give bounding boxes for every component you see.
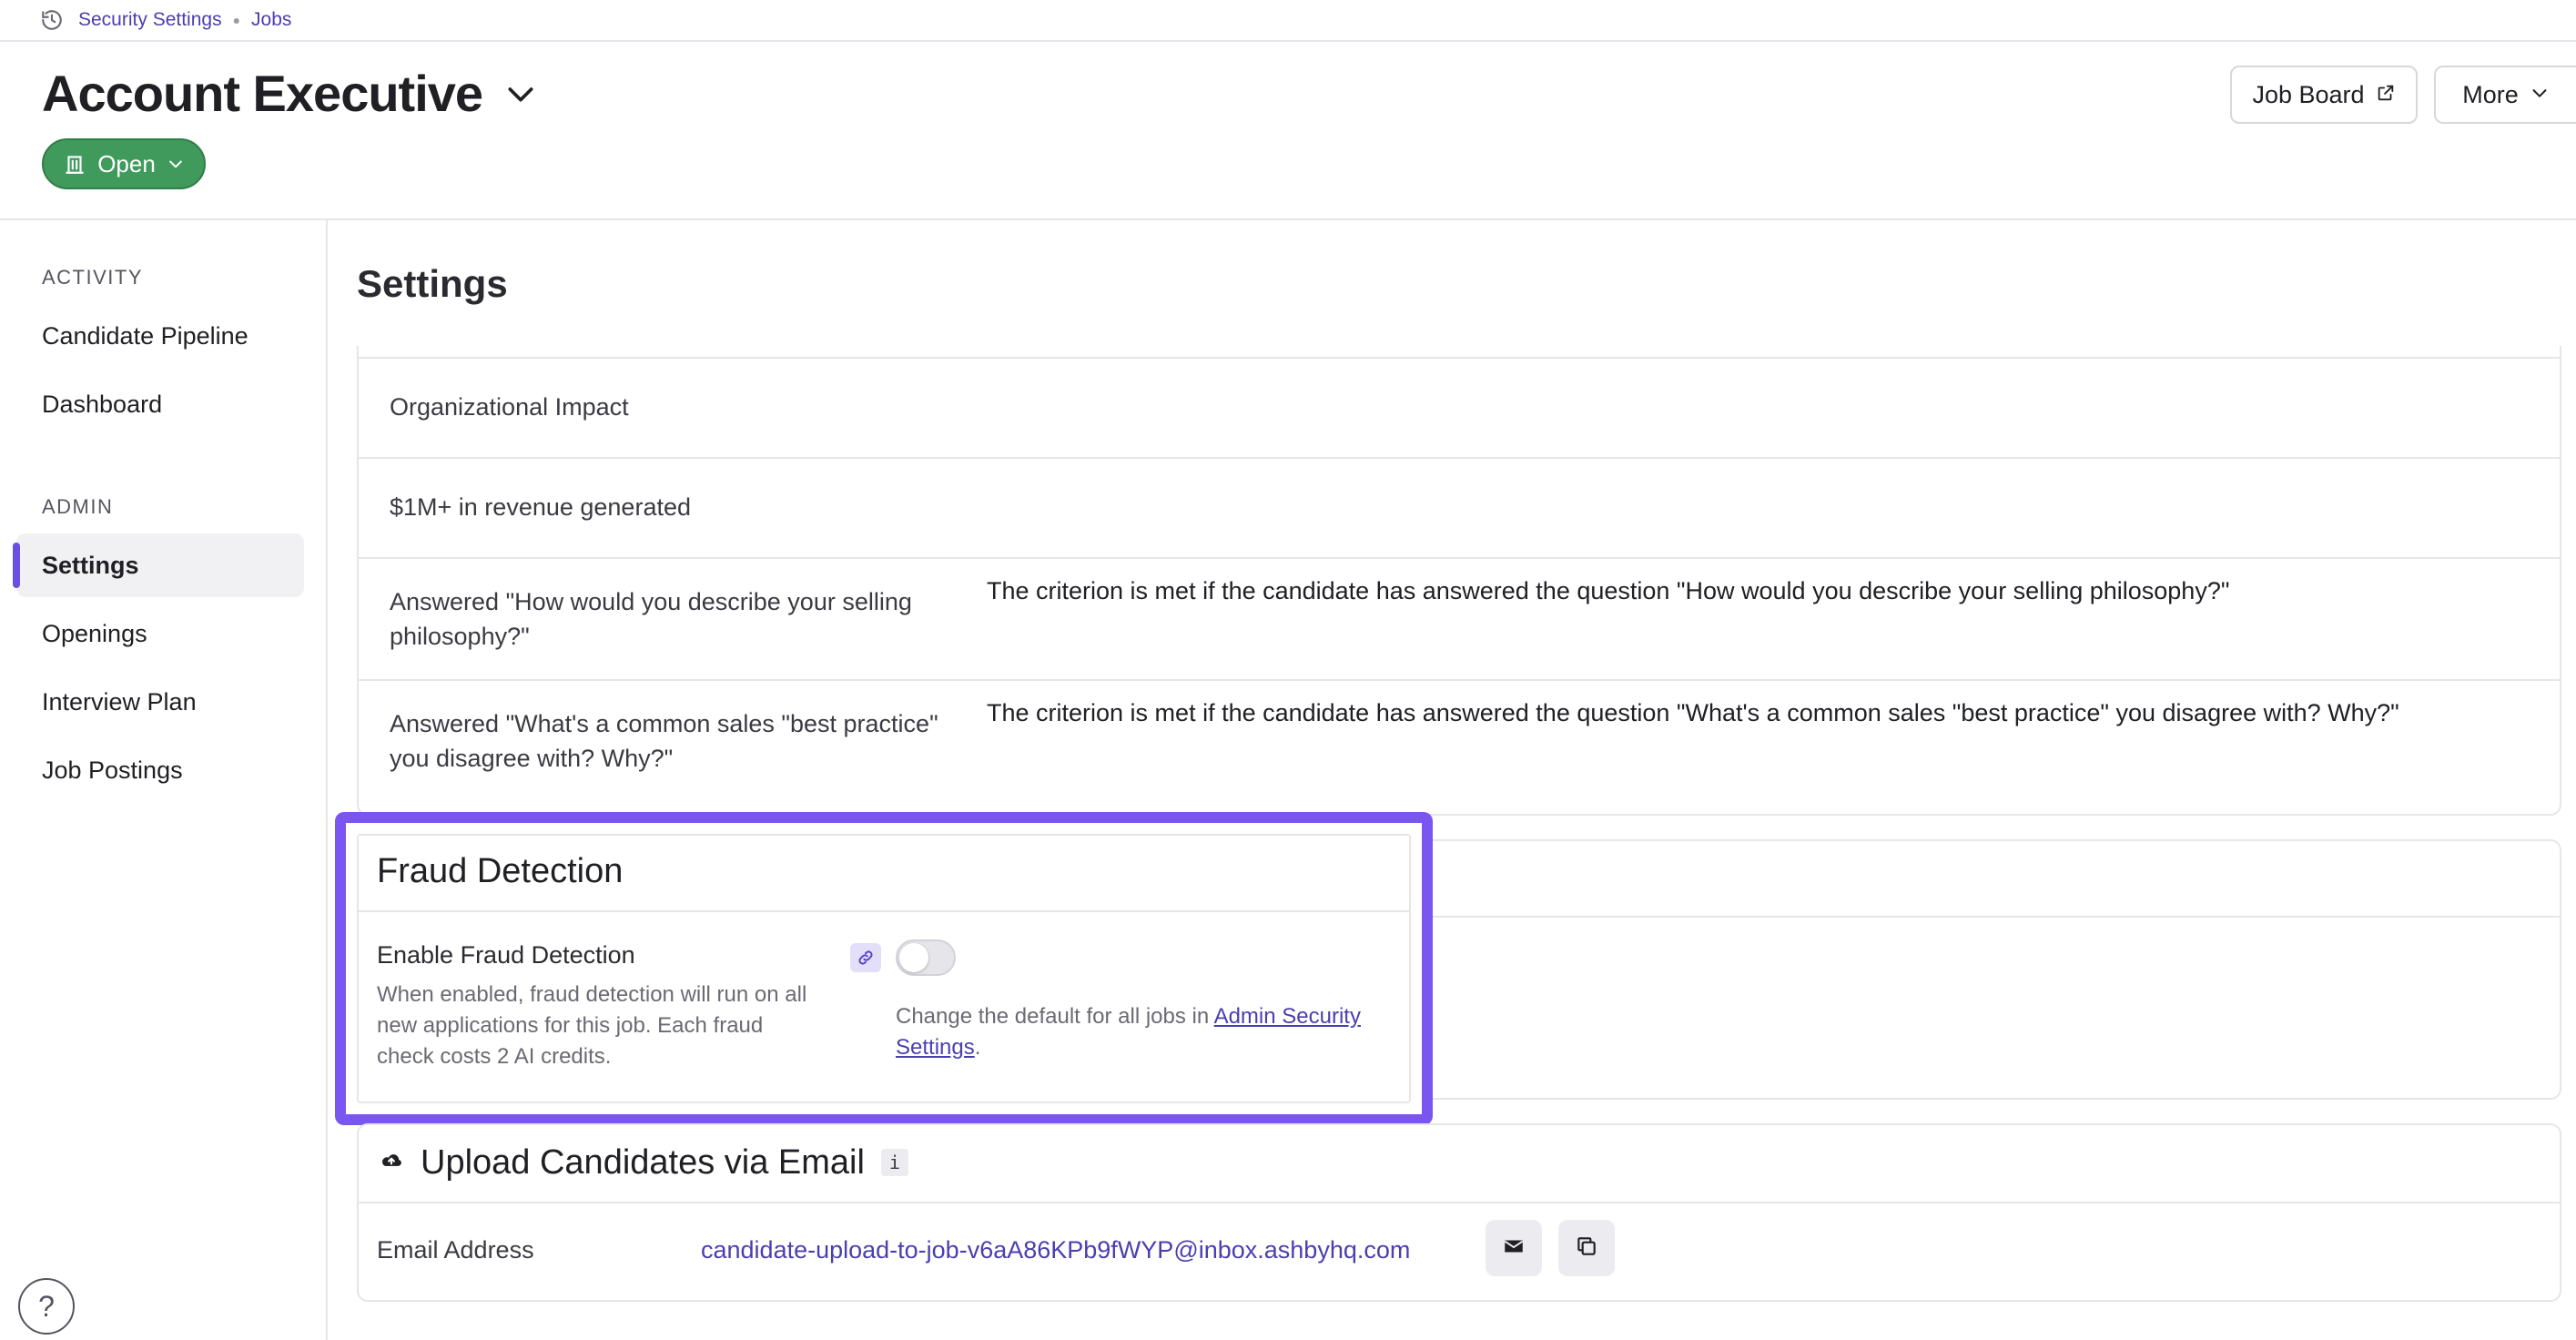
external-link-icon bbox=[2376, 81, 2396, 109]
criteria-row: Organizational Impact bbox=[359, 357, 2560, 457]
job-status-dropdown[interactable]: Open bbox=[42, 138, 206, 189]
criteria-row: Answered "How would you describe your se… bbox=[359, 557, 2560, 679]
building-icon bbox=[63, 152, 86, 176]
breadcrumb-separator: ● bbox=[232, 13, 241, 27]
criteria-name: Answered "How would you describe your se… bbox=[390, 588, 912, 650]
job-title: Account Executive bbox=[42, 65, 483, 122]
job-board-button[interactable]: Job Board bbox=[2230, 66, 2418, 124]
link-icon[interactable] bbox=[850, 943, 881, 972]
job-status-label: Open bbox=[97, 149, 156, 178]
email-address-label: Email Address bbox=[377, 1236, 534, 1264]
fraud-detection-card: Fraud Detection Enable Fraud Detection W… bbox=[357, 834, 1411, 1103]
fraud-detection-title: Fraud Detection bbox=[377, 852, 624, 890]
fraud-note-prefix: Change the default for all jobs in bbox=[896, 1004, 1214, 1029]
upload-candidates-card: Upload Candidates via Email i Email Addr… bbox=[357, 1123, 2561, 1302]
info-icon[interactable]: i bbox=[880, 1149, 908, 1176]
cloud-upload-icon bbox=[379, 1148, 404, 1178]
page-title: Settings bbox=[357, 262, 508, 305]
job-board-label: Job Board bbox=[2252, 80, 2365, 108]
fraud-detection-toggle[interactable] bbox=[896, 939, 956, 976]
fraud-note-suffix: . bbox=[974, 1035, 981, 1060]
sidebar-item-openings[interactable]: Openings bbox=[16, 602, 304, 665]
breadcrumb-jobs[interactable]: Jobs bbox=[251, 9, 291, 31]
criteria-description: The criterion is met if the candidate ha… bbox=[987, 699, 2399, 726]
criteria-description: The criterion is met if the candidate ha… bbox=[987, 577, 2230, 604]
upload-email-address[interactable]: candidate-upload-to-job-v6aA86KPb9fWYP@i… bbox=[701, 1236, 1410, 1264]
sidebar-item-dashboard[interactable]: Dashboard bbox=[16, 372, 304, 436]
page-header: Account Executive Open Job Board More bbox=[0, 42, 2576, 220]
sidebar: ACTIVITY Candidate Pipeline Dashboard AD… bbox=[0, 220, 328, 1340]
sidebar-item-settings[interactable]: Settings bbox=[13, 533, 304, 597]
sidebar-item-candidate-pipeline[interactable]: Candidate Pipeline bbox=[16, 304, 304, 368]
fraud-detection-highlight: Fraud Detection Enable Fraud Detection W… bbox=[335, 812, 1433, 1125]
breadcrumb-security-settings[interactable]: Security Settings bbox=[78, 9, 222, 31]
toggle-knob bbox=[899, 943, 928, 972]
card-divider bbox=[359, 910, 1409, 912]
fraud-detection-label: Enable Fraud Detection bbox=[377, 941, 635, 969]
sidebar-heading-activity: ACTIVITY bbox=[42, 266, 144, 289]
more-label: More bbox=[2462, 80, 2519, 108]
sidebar-item-interview-plan[interactable]: Interview Plan bbox=[16, 670, 304, 734]
job-title-selector[interactable]: Account Executive bbox=[42, 64, 539, 123]
more-button[interactable]: More bbox=[2434, 66, 2576, 124]
criteria-name: Answered "What's a common sales "best pr… bbox=[390, 710, 938, 772]
send-email-button[interactable] bbox=[1486, 1220, 1542, 1276]
copy-icon bbox=[1575, 1234, 1598, 1263]
copy-email-button[interactable] bbox=[1558, 1220, 1615, 1276]
sidebar-heading-admin: ADMIN bbox=[42, 495, 114, 518]
card-divider bbox=[359, 1202, 2560, 1203]
criteria-row: $1M+ in revenue generated bbox=[359, 457, 2560, 557]
breadcrumb: Security Settings ● Jobs bbox=[0, 0, 2576, 42]
mail-icon bbox=[1502, 1234, 1526, 1263]
fraud-detection-help-text: When enabled, fraud detection will run o… bbox=[377, 982, 807, 1069]
criteria-name: Organizational Impact bbox=[390, 393, 629, 421]
chevron-down-icon bbox=[167, 155, 185, 173]
help-button[interactable]: ? bbox=[18, 1278, 75, 1335]
criteria-name: $1M+ in revenue generated bbox=[390, 493, 691, 521]
criteria-row: Answered "What's a common sales "best pr… bbox=[359, 679, 2560, 814]
upload-card-header: Upload Candidates via Email i bbox=[379, 1140, 908, 1185]
chevron-down-icon bbox=[2530, 81, 2550, 109]
fraud-detection-note: Change the default for all jobs in Admin… bbox=[896, 1001, 1405, 1063]
upload-candidates-title: Upload Candidates via Email bbox=[421, 1142, 865, 1182]
history-icon[interactable] bbox=[40, 8, 64, 32]
sidebar-item-job-postings[interactable]: Job Postings bbox=[16, 738, 304, 802]
chevron-down-icon bbox=[502, 76, 539, 112]
criteria-list: Organizational Impact $1M+ in revenue ge… bbox=[357, 346, 2561, 816]
